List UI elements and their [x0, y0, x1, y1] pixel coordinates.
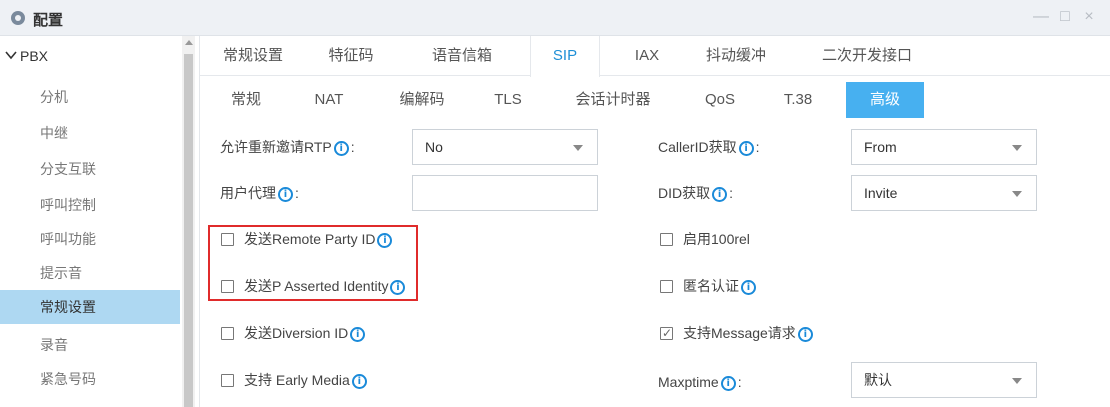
highlight-box: [208, 225, 418, 301]
reinvite-rtp-label: 允许重新邀请RTP i:: [220, 139, 355, 156]
support-message-label: 支持Message请求 i: [683, 323, 813, 343]
sidebar-item-emergency[interactable]: 紧急号码: [0, 362, 180, 396]
caret-down-icon: [1012, 191, 1022, 197]
maxtime-label: Maxptime i:: [658, 374, 742, 391]
send-diversion-id-label: 发送Diversion ID i: [244, 323, 366, 343]
info-icon[interactable]: i: [350, 327, 366, 342]
sidebar-item-call-features[interactable]: 呼叫功能: [0, 222, 180, 256]
secondary-tabs: 常规 NAT 编解码 TLS 会话计时器 QoS T.38 高级: [200, 77, 1110, 121]
callerid-from-select[interactable]: From: [851, 129, 1037, 165]
info-icon[interactable]: i: [738, 141, 754, 156]
info-icon[interactable]: i: [712, 187, 728, 202]
tab-tls[interactable]: TLS: [486, 82, 530, 118]
tab-feature-codes[interactable]: 特征码: [320, 36, 382, 76]
caret-down-icon: [1012, 145, 1022, 151]
tab-advanced[interactable]: 高级: [846, 82, 924, 118]
info-icon[interactable]: i: [741, 280, 756, 295]
sidebar-item-recording[interactable]: 录音: [0, 328, 180, 362]
info-icon[interactable]: i: [278, 187, 293, 202]
sidebar-item-trunks[interactable]: 中继: [0, 116, 180, 150]
sidebar-item-prompts[interactable]: 提示音: [0, 256, 180, 290]
support-early-media-checkbox[interactable]: [221, 374, 234, 387]
scrollbar-thumb[interactable]: [184, 54, 193, 407]
tab-qos[interactable]: QoS: [698, 82, 742, 118]
sidebar: PBX 分机 中继 分支互联 呼叫控制 呼叫功能 提示音 常规设置 录音 紧急号…: [0, 36, 200, 407]
send-diversion-id-checkbox[interactable]: [221, 327, 234, 340]
tab-voicemail[interactable]: 语音信箱: [422, 36, 502, 76]
reinvite-rtp-select[interactable]: No: [412, 129, 598, 165]
scroll-up-arrow-icon[interactable]: [185, 40, 193, 45]
info-icon[interactable]: i: [351, 374, 367, 389]
sidebar-scrollbar[interactable]: [182, 36, 195, 407]
user-agent-input[interactable]: [412, 175, 598, 211]
tab-api[interactable]: 二次开发接口: [812, 36, 922, 76]
user-agent-label: 用户代理 i:: [220, 185, 299, 202]
tab-iax[interactable]: IAX: [622, 36, 672, 76]
enable-100rel-checkbox[interactable]: [660, 233, 673, 246]
maximize-button[interactable]: □: [1056, 8, 1074, 26]
chevron-down-icon: [5, 51, 17, 60]
tab-basic[interactable]: 常规: [222, 82, 270, 118]
sidebar-item-extensions[interactable]: 分机: [0, 80, 180, 114]
tab-session-timer[interactable]: 会话计时器: [568, 82, 658, 118]
sidebar-item-interconnect[interactable]: 分支互联: [0, 152, 180, 186]
tab-codecs[interactable]: 编解码: [392, 82, 452, 118]
callerid-from-label: CallerID获取 i:: [658, 139, 760, 156]
sidebar-root-pbx[interactable]: PBX: [0, 46, 180, 68]
support-early-media-label: 支持 Early Media i: [244, 370, 367, 390]
support-message-checkbox[interactable]: ✓: [660, 326, 673, 340]
window-titlebar: 配置 — □ ×: [0, 0, 1110, 36]
tab-general[interactable]: 常规设置: [214, 36, 292, 76]
sidebar-item-general-settings[interactable]: 常规设置: [0, 290, 180, 324]
anonymous-auth-checkbox[interactable]: [660, 280, 673, 293]
window-title: 配置: [33, 12, 64, 29]
checkmark-icon: ✓: [662, 326, 673, 340]
caret-down-icon: [573, 145, 583, 151]
tab-nat[interactable]: NAT: [304, 82, 354, 118]
gear-icon: [11, 11, 25, 25]
caret-down-icon: [1012, 378, 1022, 384]
tab-sip[interactable]: SIP: [530, 36, 600, 77]
primary-tabs: 常规设置 特征码 语音信箱 SIP IAX 抖动缓冲 二次开发接口: [200, 36, 1110, 77]
close-button[interactable]: ×: [1080, 8, 1098, 26]
sidebar-root-label: PBX: [20, 48, 49, 64]
tab-jitter-buffer[interactable]: 抖动缓冲: [694, 36, 778, 76]
did-from-label: DID获取 i:: [658, 185, 734, 202]
info-icon[interactable]: i: [333, 141, 349, 156]
maxtime-select[interactable]: 默认: [851, 362, 1037, 398]
enable-100rel-label: 启用100rel: [683, 231, 750, 247]
tab-t38[interactable]: T.38: [776, 82, 820, 118]
info-icon[interactable]: i: [720, 376, 736, 391]
sidebar-item-call-control[interactable]: 呼叫控制: [0, 188, 180, 222]
minimize-button[interactable]: —: [1032, 8, 1050, 26]
info-icon[interactable]: i: [797, 327, 813, 342]
did-from-select[interactable]: Invite: [851, 175, 1037, 211]
anonymous-auth-label: 匿名认证 i: [683, 276, 756, 296]
